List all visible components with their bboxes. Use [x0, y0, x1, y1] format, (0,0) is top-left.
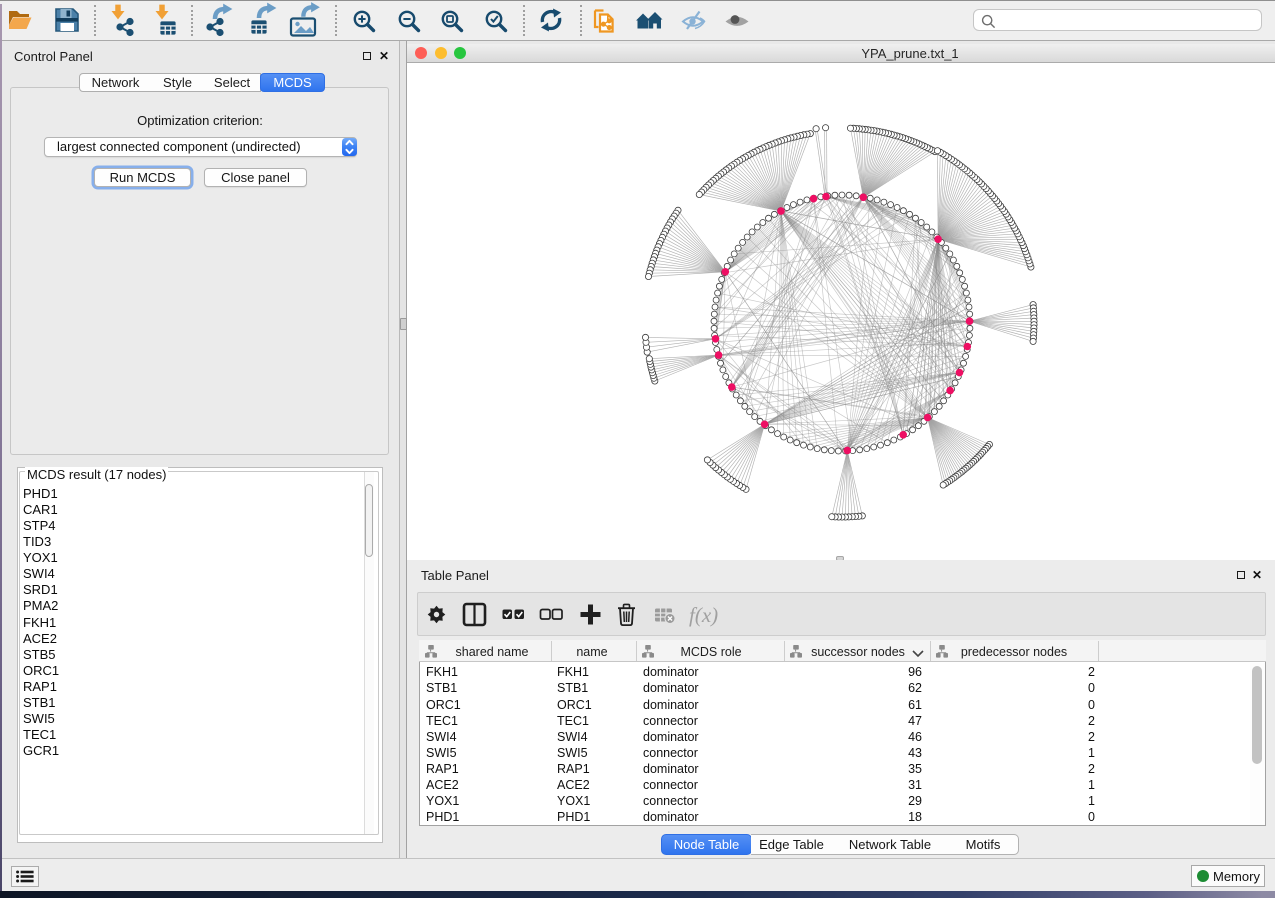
svg-text:f(x): f(x) [689, 603, 718, 627]
